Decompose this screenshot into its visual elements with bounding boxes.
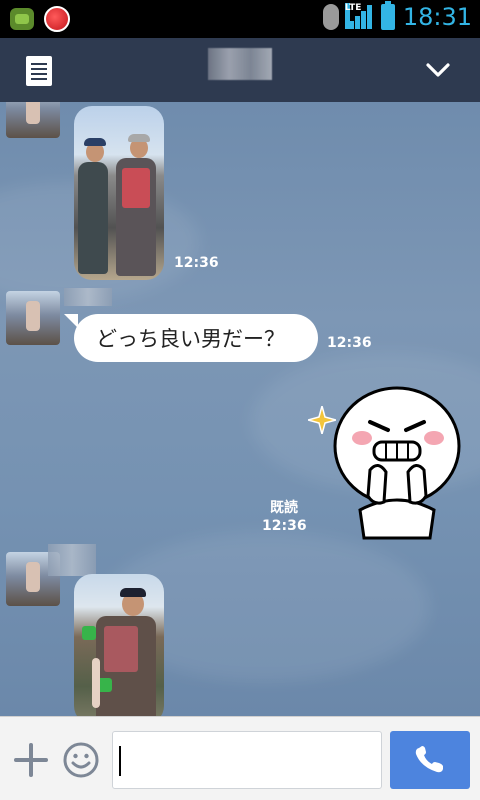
status-right: LTE 18:31 bbox=[322, 1, 472, 31]
message-text: どっち良い男だー？ bbox=[96, 327, 285, 351]
text-caret bbox=[119, 746, 121, 776]
plus-icon[interactable] bbox=[14, 743, 48, 777]
status-left bbox=[10, 6, 70, 32]
lte-signal-icon: LTE bbox=[344, 3, 373, 29]
sender-name-blurred bbox=[64, 288, 112, 306]
message-time: 12:36 bbox=[174, 255, 219, 271]
battery-charging-icon bbox=[380, 1, 395, 30]
avatar[interactable] bbox=[6, 102, 60, 138]
sender-name-blurred bbox=[48, 544, 96, 576]
chevron-down-icon[interactable] bbox=[426, 58, 450, 82]
photo-message[interactable] bbox=[74, 106, 164, 280]
bluetooth-icon bbox=[322, 4, 339, 30]
chat-area[interactable]: 12:36 どっち良い男だー？ 12:36 既読 12:36 bbox=[0, 102, 480, 716]
status-bar: LTE 18:31 bbox=[0, 0, 480, 38]
avatar[interactable] bbox=[6, 291, 60, 345]
text-message-bubble[interactable]: どっち良い男だー？ bbox=[64, 314, 318, 362]
message-input[interactable] bbox=[112, 731, 382, 789]
red-app-icon bbox=[44, 6, 70, 32]
android-debug-icon bbox=[10, 8, 34, 30]
chat-header bbox=[0, 38, 480, 102]
message-time: 12:36 bbox=[327, 335, 372, 351]
sticker-message[interactable] bbox=[330, 380, 464, 540]
photo-message[interactable] bbox=[74, 574, 164, 716]
smiley-icon[interactable] bbox=[62, 741, 100, 779]
call-button[interactable] bbox=[390, 731, 470, 789]
message-time: 12:36 bbox=[262, 518, 307, 534]
notes-icon[interactable] bbox=[26, 56, 52, 86]
message-composer bbox=[0, 716, 480, 800]
clock: 18:31 bbox=[402, 3, 472, 31]
read-status: 既読 bbox=[270, 500, 298, 516]
chat-title-blurred bbox=[208, 48, 272, 80]
phone-icon bbox=[415, 746, 443, 773]
